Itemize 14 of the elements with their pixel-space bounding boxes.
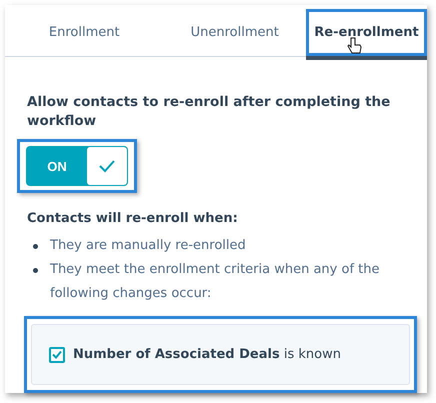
check-icon: [98, 159, 116, 173]
toggle-switch[interactable]: ON: [26, 146, 128, 186]
setting-label: Allow contacts to re-enroll after completing the workflow: [27, 93, 392, 131]
tab[interactable]: Unenrollment: [164, 9, 306, 56]
hand-cursor-icon: [346, 36, 363, 56]
check-icon: [52, 350, 62, 359]
tab[interactable]: Enrollment: [5, 9, 164, 56]
checkbox[interactable]: [49, 346, 65, 362]
condition-item: They meet the enrollment criteria when any of the following changes occur:: [50, 261, 380, 303]
bullet-icon: [33, 244, 38, 249]
condition-item: They are manually re-enrolled: [50, 237, 246, 255]
conditions-heading: Contacts will re-enroll when:: [27, 211, 239, 226]
criteria-text: Number of Associated Deals is known: [73, 347, 341, 362]
bullet-icon: [33, 268, 38, 273]
